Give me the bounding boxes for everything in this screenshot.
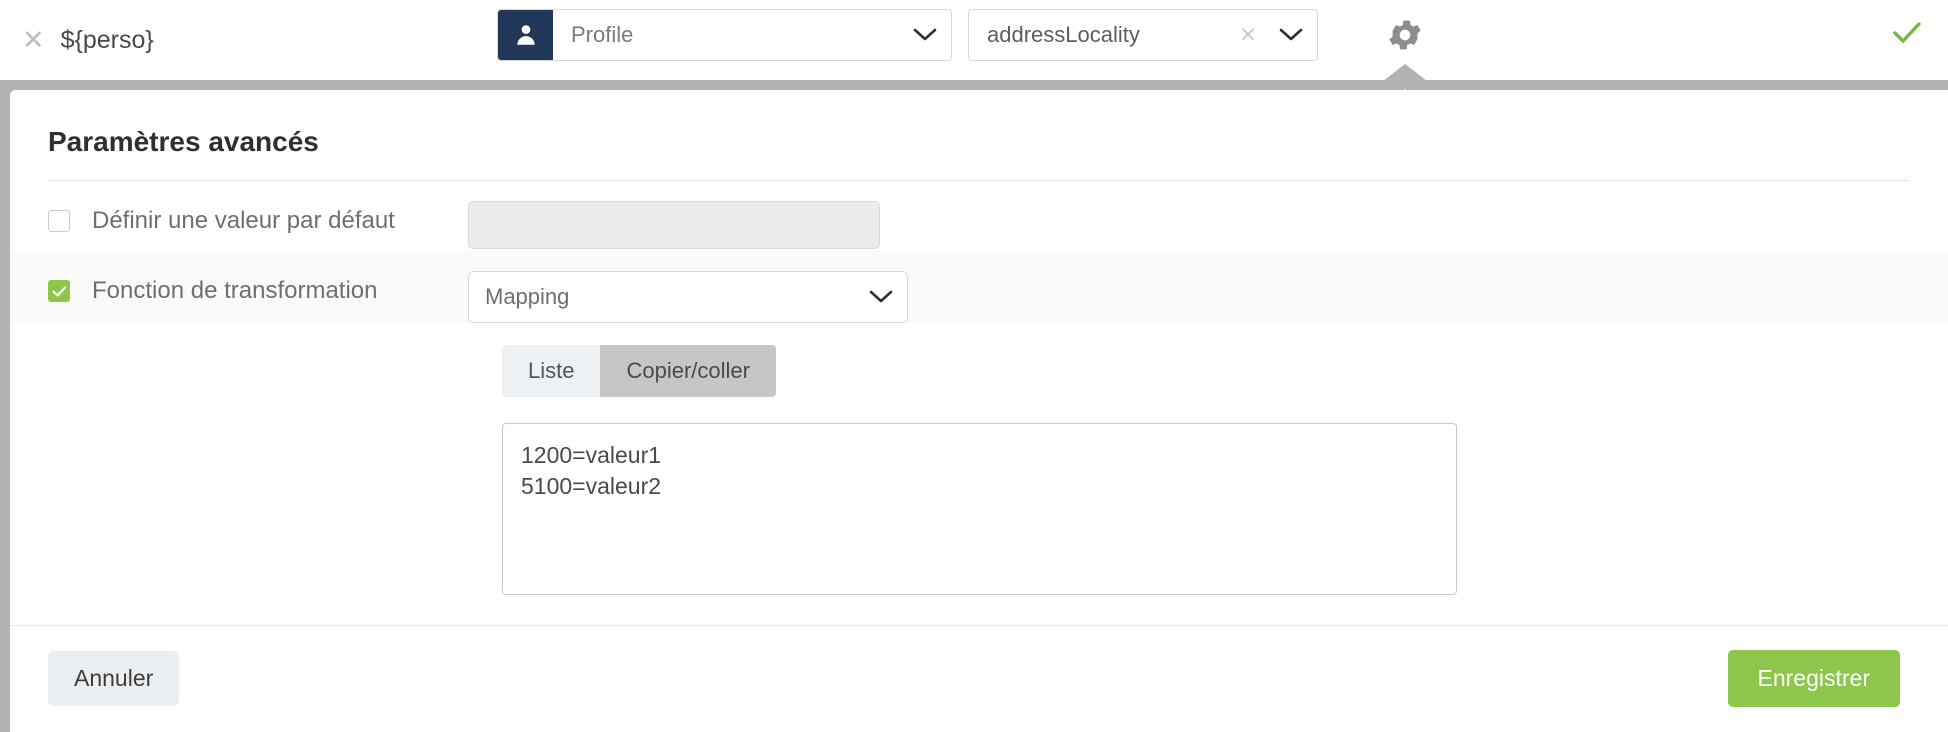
tab-copier-coller[interactable]: Copier/coller	[600, 345, 776, 397]
confirm-check-icon[interactable]	[1892, 20, 1922, 51]
transformation-control: Mapping	[468, 251, 1948, 323]
gear-icon[interactable]	[1380, 10, 1430, 60]
transformation-checkbox-cell[interactable]: Fonction de transformation	[48, 251, 468, 305]
page-title: Paramètres avancés	[48, 126, 319, 157]
default-value-row: Définir une valeur par défaut	[10, 181, 1948, 251]
panel-frame: Paramètres avancés Définir une valeur pa…	[0, 64, 1948, 732]
default-value-label: Définir une valeur par défaut	[92, 207, 395, 234]
popover-caret	[1383, 64, 1427, 81]
mapping-textarea[interactable]: 1200=valeur1 5100=valeur2	[502, 423, 1457, 595]
default-value-checkbox-cell[interactable]: Définir une valeur par défaut	[48, 181, 468, 235]
transformation-row: Fonction de transformation Mapping	[10, 251, 1948, 323]
save-button[interactable]: Enregistrer	[1727, 650, 1900, 707]
chevron-down-icon	[899, 10, 951, 60]
profile-select-value: Profile	[571, 22, 634, 47]
mapping-tabs: Liste Copier/coller	[502, 345, 776, 397]
default-value-checkbox[interactable]	[48, 210, 70, 232]
default-value-control	[468, 181, 1948, 249]
top-toolbar: ✕ ${perso} Profile addressLocality ✕	[0, 0, 1948, 80]
default-value-input[interactable]	[468, 201, 880, 249]
transformation-checkbox[interactable]	[48, 280, 70, 302]
mapping-tabs-row: Liste Copier/coller	[10, 323, 1948, 397]
field-select[interactable]: addressLocality ✕	[968, 9, 1318, 61]
profile-select[interactable]: Profile	[497, 9, 952, 61]
cancel-button[interactable]: Annuler	[48, 651, 180, 706]
person-icon	[498, 10, 553, 60]
resize-grip-icon[interactable]	[1438, 576, 1454, 592]
transformation-select[interactable]: Mapping	[468, 271, 908, 323]
panel-footer: Annuler Enregistrer	[10, 626, 1948, 707]
mapping-textarea-wrap: 1200=valeur1 5100=valeur2	[10, 397, 1948, 595]
chevron-down-icon	[855, 289, 907, 305]
field-select-value: addressLocality	[987, 22, 1140, 47]
transformation-select-value: Mapping	[485, 284, 570, 309]
clear-x-icon[interactable]: ✕	[1231, 23, 1265, 48]
tab-liste[interactable]: Liste	[502, 345, 601, 397]
advanced-settings-panel: Paramètres avancés Définir une valeur pa…	[10, 90, 1948, 732]
token-label: ${perso}	[60, 25, 154, 54]
transformation-label: Fonction de transformation	[92, 277, 378, 304]
chevron-down-icon	[1265, 27, 1317, 43]
close-x-icon[interactable]: ✕	[22, 26, 45, 54]
